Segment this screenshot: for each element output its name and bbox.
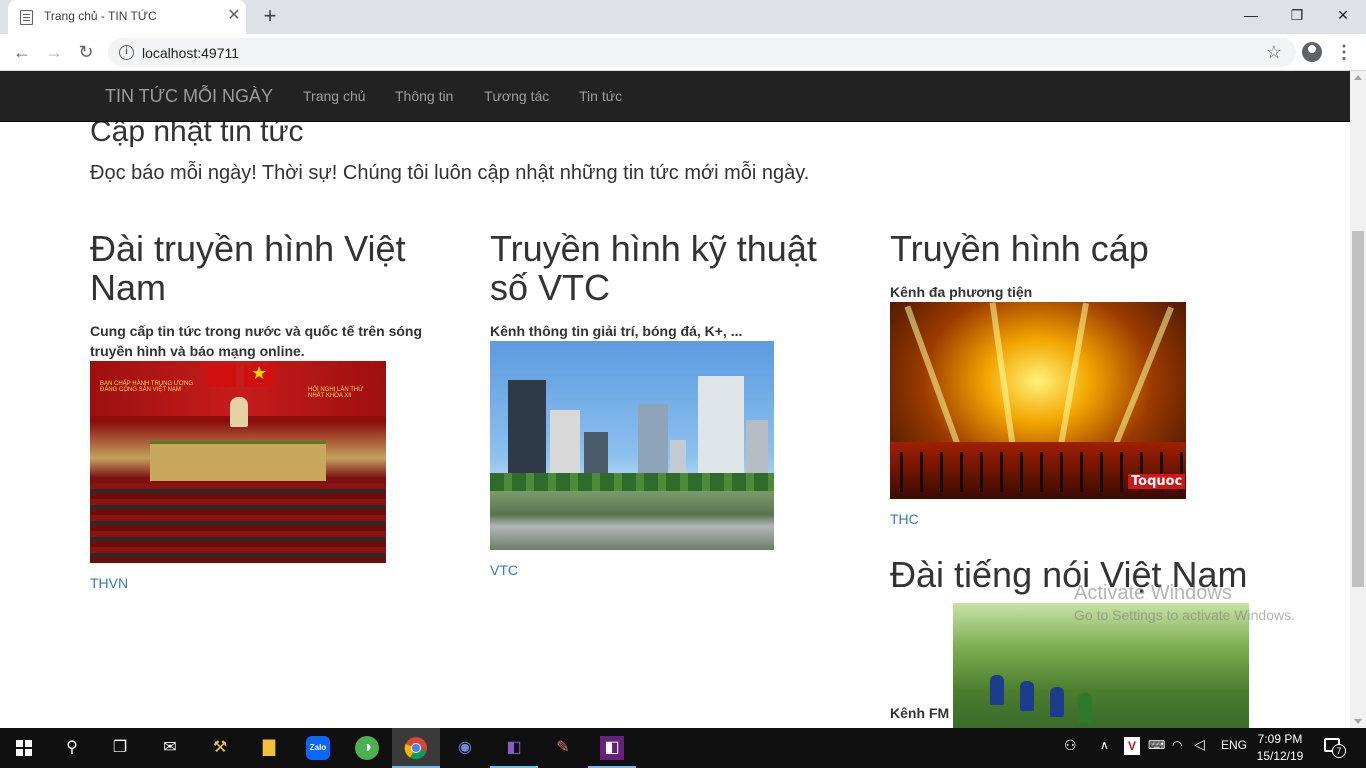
chrome-icon — [404, 737, 427, 760]
task-view-button[interactable]: ❐ — [96, 728, 144, 768]
nav-link-news[interactable]: Tin tức — [579, 88, 622, 104]
unikey-icon[interactable]: V — [1124, 737, 1140, 755]
card-vtc: Truyền hình kỹ thuật số VTC Kênh thông t… — [490, 229, 850, 578]
nav-link-interaction[interactable]: Tương tác — [484, 88, 549, 104]
action-center-button[interactable]: 7 — [1322, 736, 1346, 758]
thvn-link[interactable]: THVN — [90, 575, 450, 591]
back-button[interactable]: ← — [10, 40, 34, 64]
browser-tab-strip: Trang chủ - TIN TỨC ✕ + — ❐ ✕ — [0, 0, 1366, 34]
close-tab-icon[interactable]: ✕ — [226, 8, 242, 24]
activate-windows-watermark: Activate Windows Go to Settings to activ… — [1074, 580, 1295, 624]
site-info-icon[interactable]: i — [119, 45, 134, 60]
image-caption-right: HỘI NGHỊ LẦN THỨ NHẤT KHÓA XII — [308, 387, 364, 399]
scrollbar-thumb[interactable] — [1352, 231, 1364, 587]
card-title: Đài truyền hình Việt Nam — [90, 229, 450, 307]
network-icon[interactable]: ◠ — [1172, 738, 1182, 752]
taskbar-chrome[interactable] — [392, 728, 440, 768]
coccoc-icon: ◑ — [355, 736, 379, 760]
clock-date: 15/12/19 — [1256, 749, 1304, 763]
profile-avatar-icon[interactable] — [1302, 42, 1322, 62]
address-bar[interactable]: i localhost:49711 ☆ — [108, 38, 1296, 67]
browser-toolbar: ← → ↻ i localhost:49711 ☆ ⋮ — [0, 34, 1366, 71]
visual-studio-2-icon: ◧ — [600, 736, 624, 760]
card-desc-line2: truyền hình và báo mạng online. — [90, 343, 305, 359]
page-favicon-icon — [20, 10, 33, 25]
card-description: Cung cấp tin tức trong nước và quốc tế t… — [90, 321, 450, 361]
nav-link-info[interactable]: Thông tin — [395, 88, 453, 104]
toquoc-logo: Toquoc — [1128, 474, 1186, 489]
reload-button[interactable]: ↻ — [74, 40, 98, 64]
card-description: Kênh FM — [890, 705, 950, 721]
people-icon[interactable]: ⚇ — [1064, 737, 1077, 754]
jumbotron-lead: Đọc báo mỗi ngày! Thời sự! Chúng tôi luô… — [90, 162, 810, 184]
minimize-window-button[interactable]: — — [1228, 0, 1274, 30]
forward-button[interactable]: → — [42, 40, 66, 64]
new-tab-button[interactable]: + — [258, 5, 282, 29]
folder-icon: ▇ — [262, 739, 276, 756]
nav-link-home[interactable]: Trang chủ — [303, 88, 366, 104]
taskbar-paint[interactable]: ✎ — [539, 728, 587, 768]
card-desc-line1: Cung cấp tin tức trong nước và quốc tế t… — [90, 323, 423, 339]
search-icon: ⚲ — [66, 739, 78, 756]
paint-icon: ✎ — [556, 739, 570, 756]
scroll-down-arrow-icon[interactable] — [1354, 719, 1362, 724]
card-thc: Truyền hình cáp Kênh đa phương tiện Toqu… — [890, 229, 1250, 527]
taskbar-clock[interactable]: 7:09 PM 15/12/19 — [1256, 731, 1304, 765]
clock-time: 7:09 PM — [1257, 732, 1303, 746]
discord-icon: ◉ — [458, 739, 472, 756]
card-title: Truyền hình kỹ thuật số VTC — [490, 229, 850, 307]
taskbar-zalo[interactable]: Zalo — [294, 728, 342, 768]
card-title-line1: Truyền hình kỹ thuật — [490, 228, 817, 269]
close-window-button[interactable]: ✕ — [1320, 0, 1366, 30]
restore-window-button[interactable]: ❐ — [1274, 0, 1320, 30]
taskbar-search-button[interactable]: ⚲ — [48, 728, 96, 768]
stage-performance-image: Toquoc — [890, 302, 1186, 499]
language-indicator[interactable]: ENG — [1221, 738, 1247, 752]
congress-image: ★ BAN CHẤP HÀNH TRUNG ƯƠNG ĐẢNG CỘNG SẢN… — [90, 361, 386, 563]
card-description: Kênh đa phương tiện — [890, 284, 1033, 300]
tab-title: Trang chủ - TIN TỨC — [44, 9, 157, 23]
page-viewport: Cập nhật tin tức Đọc báo mỗi ngày! Thời … — [0, 71, 1350, 728]
task-view-icon: ❐ — [112, 739, 128, 756]
show-hidden-icons-icon[interactable]: ∧ — [1100, 738, 1109, 752]
card-title-line2: Nam — [90, 267, 167, 308]
windows-logo-icon — [16, 740, 32, 756]
visual-studio-icon: ◧ — [506, 739, 522, 756]
page-scrollbar[interactable] — [1350, 71, 1366, 728]
taskbar-visual-studio[interactable]: ◧ — [490, 728, 538, 768]
card-thvn: Đài truyền hình Việt Nam Cung cấp tin tứ… — [90, 229, 450, 591]
taskbar-coccoc[interactable]: ◑ — [343, 728, 391, 768]
site-brand-link[interactable]: TIN TỨC MỖI NGÀY — [105, 86, 273, 107]
card-title: Truyền hình cáp — [890, 228, 1149, 269]
card-description: Kênh thông tin giải trí, bóng đá, K+, ..… — [490, 323, 743, 339]
watermark-line1: Activate Windows — [1074, 582, 1232, 604]
taskbar-tools[interactable]: ⚒ — [196, 728, 244, 768]
volume-icon[interactable]: ◁ — [1194, 736, 1205, 753]
thc-link[interactable]: THC — [890, 511, 1250, 527]
keyboard-icon[interactable]: ⌨ — [1148, 738, 1165, 752]
taskbar-visual-studio-2[interactable]: ◧ — [588, 728, 636, 768]
taskbar-file-explorer[interactable]: ▇ — [245, 728, 293, 768]
vtc-link[interactable]: VTC — [490, 562, 850, 578]
start-button[interactable] — [0, 728, 48, 768]
taskbar-mail[interactable]: ✉ — [146, 728, 194, 768]
url-text[interactable]: localhost:49711 — [142, 45, 239, 61]
card-title-line2: số VTC — [490, 267, 611, 308]
browser-menu-icon[interactable]: ⋮ — [1334, 40, 1354, 64]
city-skyline-image — [490, 341, 774, 550]
image-caption-left: BAN CHẤP HÀNH TRUNG ƯƠNG ĐẢNG CỘNG SẢN V… — [100, 381, 194, 393]
tools-icon: ⚒ — [212, 739, 228, 756]
scroll-up-arrow-icon[interactable] — [1354, 75, 1362, 80]
site-navbar: TIN TỨC MỖI NGÀY Trang chủ Thông tin Tươ… — [0, 71, 1350, 122]
windows-taskbar: ⚲ ❐ ✉ ⚒ ▇ Zalo ◑ ◉ ◧ ✎ ◧ ⚇ ∧ V ⌨ ◠ ◁ ENG… — [0, 728, 1366, 768]
page-content: Cập nhật tin tức Đọc báo mỗi ngày! Thời … — [0, 71, 1350, 728]
zalo-icon: Zalo — [306, 736, 330, 760]
watermark-line2: Go to Settings to activate Windows. — [1074, 607, 1295, 623]
notification-count: 7 — [1332, 744, 1346, 758]
taskbar-discord[interactable]: ◉ — [441, 728, 489, 768]
card-title-line1: Đài truyền hình Việt — [90, 228, 406, 269]
bookmark-star-icon[interactable]: ☆ — [1266, 42, 1282, 63]
browser-tab[interactable]: Trang chủ - TIN TỨC ✕ — [8, 0, 246, 34]
mail-icon: ✉ — [163, 739, 177, 756]
